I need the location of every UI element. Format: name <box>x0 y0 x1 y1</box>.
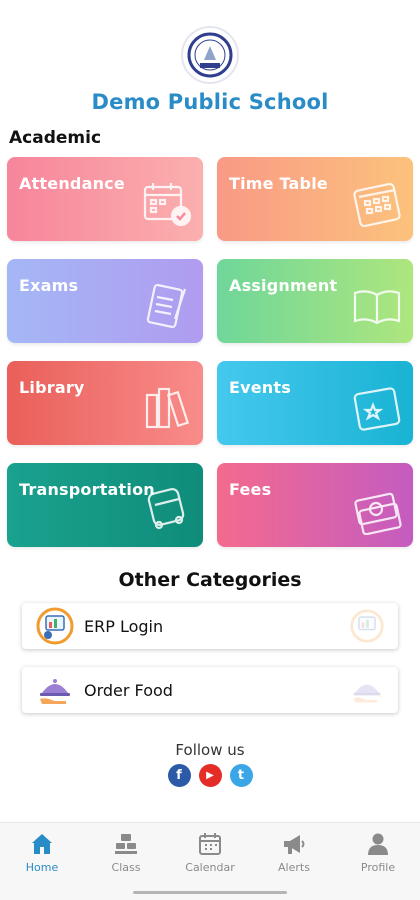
nav-label: Calendar <box>185 861 235 874</box>
nav-label: Home <box>25 861 59 874</box>
tile-attendance[interactable]: Attendance <box>7 157 203 241</box>
tile-transportation[interactable]: Transportation <box>7 463 203 547</box>
books-icon <box>141 381 193 433</box>
erp-login-label: ERP Login <box>84 616 164 636</box>
calendar-icon <box>197 831 223 857</box>
tile-label: Attendance <box>19 174 125 193</box>
erp-login-button[interactable]: ERP Login <box>22 603 398 649</box>
tile-label: Events <box>229 378 291 397</box>
other-categories-title: Other Categories <box>118 569 302 591</box>
tile-label: Transportation <box>19 480 155 499</box>
header: Demo Public School <box>0 10 420 114</box>
follow-section: Follow us f ▶ t <box>0 741 420 787</box>
status-bar <box>0 0 420 10</box>
facebook-icon[interactable]: f <box>167 764 191 787</box>
megaphone-icon <box>281 831 307 857</box>
calendar-check-icon <box>141 177 193 229</box>
follow-title: Follow us <box>175 741 245 759</box>
tile-fees[interactable]: Fees <box>217 463 413 547</box>
tile-label: Fees <box>229 480 272 499</box>
calendar-icon <box>351 177 403 229</box>
social-links: f ▶ t <box>0 764 420 787</box>
tile-exams[interactable]: Exams <box>7 259 203 343</box>
tile-library[interactable]: Library <box>7 361 203 445</box>
home-indicator <box>133 891 287 894</box>
exam-paper-icon <box>141 279 193 331</box>
school-logo <box>181 26 239 84</box>
tile-label: Library <box>19 378 85 397</box>
nav-alerts[interactable]: Alerts <box>259 831 329 900</box>
home-icon <box>29 831 55 857</box>
academic-grid: Attendance Time Table Exams Assignment L… <box>0 148 420 547</box>
nav-label: Class <box>111 861 141 874</box>
school-name: Demo Public School <box>91 90 329 114</box>
tile-label: Time Table <box>229 174 328 193</box>
order-food-button[interactable]: Order Food <box>22 667 398 713</box>
order-food-label: Order Food <box>84 680 173 700</box>
twitter-icon[interactable]: t <box>229 764 253 787</box>
class-icon <box>113 831 139 857</box>
money-icon <box>351 483 403 536</box>
tile-events[interactable]: Events <box>217 361 413 445</box>
bus-icon <box>141 483 193 535</box>
food-cloche-icon <box>36 671 74 709</box>
erp-chart-icon <box>350 609 384 643</box>
profile-icon <box>365 831 391 857</box>
tile-time-table[interactable]: Time Table <box>217 157 413 241</box>
erp-chart-icon <box>36 607 74 645</box>
nav-label: Profile <box>360 861 396 874</box>
nav-label: Alerts <box>278 861 310 874</box>
nav-home[interactable]: Home <box>7 831 77 900</box>
tile-assignment[interactable]: Assignment <box>217 259 413 343</box>
nav-profile[interactable]: Profile <box>343 831 413 900</box>
bottom-nav: Home Class Calendar Alerts Profile <box>0 822 420 900</box>
tile-label: Exams <box>19 276 79 295</box>
food-cloche-icon <box>350 673 384 707</box>
tile-label: Assignment <box>229 276 338 295</box>
event-calendar-icon <box>351 381 403 433</box>
open-book-icon <box>351 279 403 331</box>
nav-calendar[interactable]: Calendar <box>175 831 245 900</box>
youtube-icon[interactable]: ▶ <box>198 764 222 787</box>
nav-class[interactable]: Class <box>91 831 161 900</box>
academic-title: Academic <box>9 128 102 148</box>
